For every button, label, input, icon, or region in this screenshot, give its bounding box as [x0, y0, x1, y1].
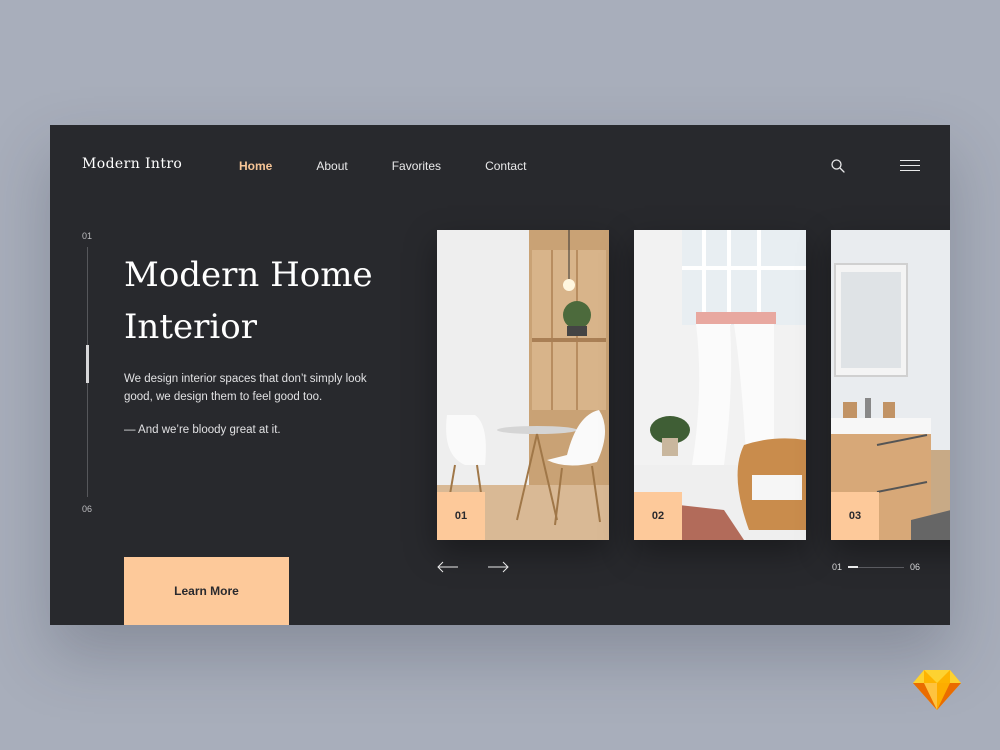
gallery-card-3[interactable]: 03 [831, 230, 950, 540]
carousel-pager: 01 06 [832, 562, 920, 572]
gallery-card-1[interactable]: 01 [437, 230, 609, 540]
nav-home[interactable]: Home [239, 159, 272, 173]
arrow-right-icon[interactable] [486, 561, 510, 573]
search-icon[interactable] [830, 158, 846, 174]
slide-index-end: 06 [82, 504, 93, 514]
pager-start: 01 [832, 562, 843, 572]
slide-progress-marker [86, 345, 89, 383]
hero-title: Modern Home Interior [124, 255, 373, 347]
learn-more-button[interactable]: Learn More [124, 557, 289, 625]
gallery-card-2[interactable]: 02 [634, 230, 806, 540]
card-number-badge: 01 [437, 492, 485, 540]
hero-description: We design interior spaces that don’t sim… [124, 373, 367, 403]
card-number-badge: 03 [831, 492, 879, 540]
landing-panel: Modern Intro Home About Favorites Contac… [50, 125, 950, 625]
nav-favorites[interactable]: Favorites [392, 159, 441, 173]
pager-track[interactable] [848, 566, 905, 568]
slide-index-start: 01 [82, 231, 93, 241]
pager-progress [848, 566, 859, 568]
logo[interactable]: Modern Intro [82, 156, 182, 172]
nav-contact[interactable]: Contact [485, 159, 526, 173]
sketch-logo-icon [913, 670, 961, 710]
pager-end: 06 [910, 562, 921, 572]
nav-about[interactable]: About [316, 159, 347, 173]
arrow-left-icon[interactable] [436, 561, 460, 573]
hero-tagline: — And we’re bloody great at it. [124, 424, 281, 436]
hamburger-menu-icon[interactable] [900, 160, 920, 174]
main-nav: Home About Favorites Contact [239, 159, 570, 173]
card-number-badge: 02 [634, 492, 682, 540]
